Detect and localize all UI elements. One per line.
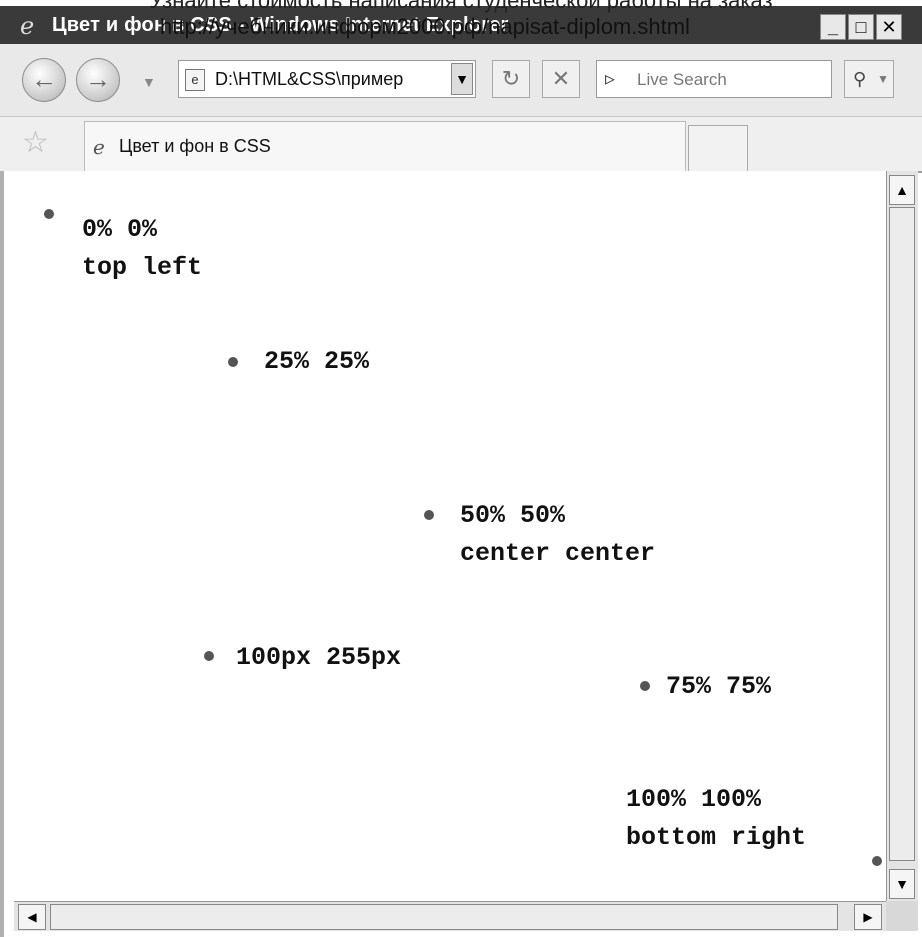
scroll-up-button[interactable]: ▲ [889, 175, 915, 205]
close-window-button[interactable]: ✕ [876, 14, 902, 40]
refresh-button[interactable]: ↻ [492, 60, 530, 98]
star-icon[interactable]: ☆ [22, 127, 49, 159]
ie-logo-icon: e [20, 12, 35, 40]
history-dropdown-icon[interactable]: ▼ [142, 74, 156, 90]
watermark: Узнайте стоимость написания студенческой… [0, 0, 922, 39]
triangle-down-icon: ▼ [895, 876, 909, 892]
marker-dot [228, 357, 238, 367]
label-line: 25% 25% [264, 347, 370, 376]
label-line: 100px 255px [236, 643, 402, 672]
marker-dot [424, 510, 434, 520]
forward-button[interactable]: → [76, 58, 120, 102]
triangle-up-icon: ▲ [895, 182, 909, 198]
horizontal-scrollbar[interactable]: ◀ ▶ [14, 901, 886, 931]
label-line: 50% 50% [460, 501, 566, 530]
horizontal-scroll-thumb[interactable] [50, 904, 838, 930]
scroll-left-button[interactable]: ◀ [18, 904, 46, 930]
scrollbar-corner [886, 901, 918, 931]
triangle-left-icon: ◀ [27, 910, 37, 924]
stop-button[interactable]: ✕ [542, 60, 580, 98]
arrow-right-icon: → [85, 64, 111, 94]
label-line: top left [82, 253, 203, 282]
label-line: 75% 75% [666, 672, 772, 701]
scroll-down-button[interactable]: ▼ [889, 869, 915, 899]
minimize-button[interactable]: _ [820, 14, 846, 40]
marker-dot [872, 856, 882, 866]
search-button[interactable]: ⚲ ▼ [844, 60, 894, 98]
search-placeholder[interactable]: Live Search [637, 70, 727, 90]
back-button[interactable]: ← [22, 58, 66, 102]
bing-logo-icon: ▹ [605, 68, 616, 90]
magnifier-icon: ⚲ [853, 69, 867, 89]
position-label-top-left: 0% 0% top left [82, 211, 202, 287]
position-label-bottom-right: 100% 100% bottom right [626, 781, 806, 857]
close-icon: ✕ [551, 66, 571, 91]
refresh-icon: ↻ [501, 66, 521, 91]
position-label-center: 50% 50% center center [460, 497, 655, 573]
label-line: 0% 0% [82, 215, 158, 244]
position-label-75: 75% 75% [666, 668, 771, 706]
search-box[interactable]: ▹ Live Search [596, 60, 832, 98]
page-icon: e [185, 69, 205, 91]
label-line: bottom right [626, 823, 807, 852]
arrow-left-icon: ← [31, 64, 57, 94]
maximize-button[interactable]: □ [848, 14, 874, 40]
label-line: 100% 100% [626, 785, 762, 814]
tab-bar: ☆ e Цвет и фон в CSS [0, 117, 922, 173]
vertical-scroll-thumb[interactable] [889, 207, 915, 861]
marker-dot [640, 681, 650, 691]
new-tab-button[interactable] [688, 125, 748, 171]
position-label-25: 25% 25% [264, 343, 369, 381]
address-bar[interactable]: e D:\HTML&CSS\пример ▼ [178, 60, 476, 98]
marker-dot [44, 209, 54, 219]
vertical-scrollbar[interactable]: ▲ ▼ [886, 171, 918, 901]
scroll-right-button[interactable]: ▶ [854, 904, 882, 930]
address-dropdown-icon[interactable]: ▼ [451, 63, 473, 95]
address-value[interactable]: D:\HTML&CSS\пример [215, 69, 443, 90]
tab-current[interactable]: e Цвет и фон в CSS [84, 121, 686, 171]
label-line: center center [460, 539, 656, 568]
navigation-bar: ← → ▼ e D:\HTML&CSS\пример ▼ ↻ ✕ ▹ Live … [0, 44, 922, 117]
page-viewport: 0% 0% top left 25% 25% 50% 50% center ce… [4, 171, 886, 901]
ie-page-icon: e [93, 135, 105, 159]
watermark-line1: Узнайте стоимость написания студенческой… [149, 0, 773, 13]
position-label-px: 100px 255px [236, 639, 401, 677]
marker-dot [204, 651, 214, 661]
watermark-line2: http://учебники.информ2000.рф/napisat-di… [160, 14, 690, 39]
triangle-right-icon: ▶ [863, 910, 873, 924]
search-options-icon[interactable]: ▼ [877, 61, 889, 97]
tab-label: Цвет и фон в CSS [119, 136, 271, 156]
